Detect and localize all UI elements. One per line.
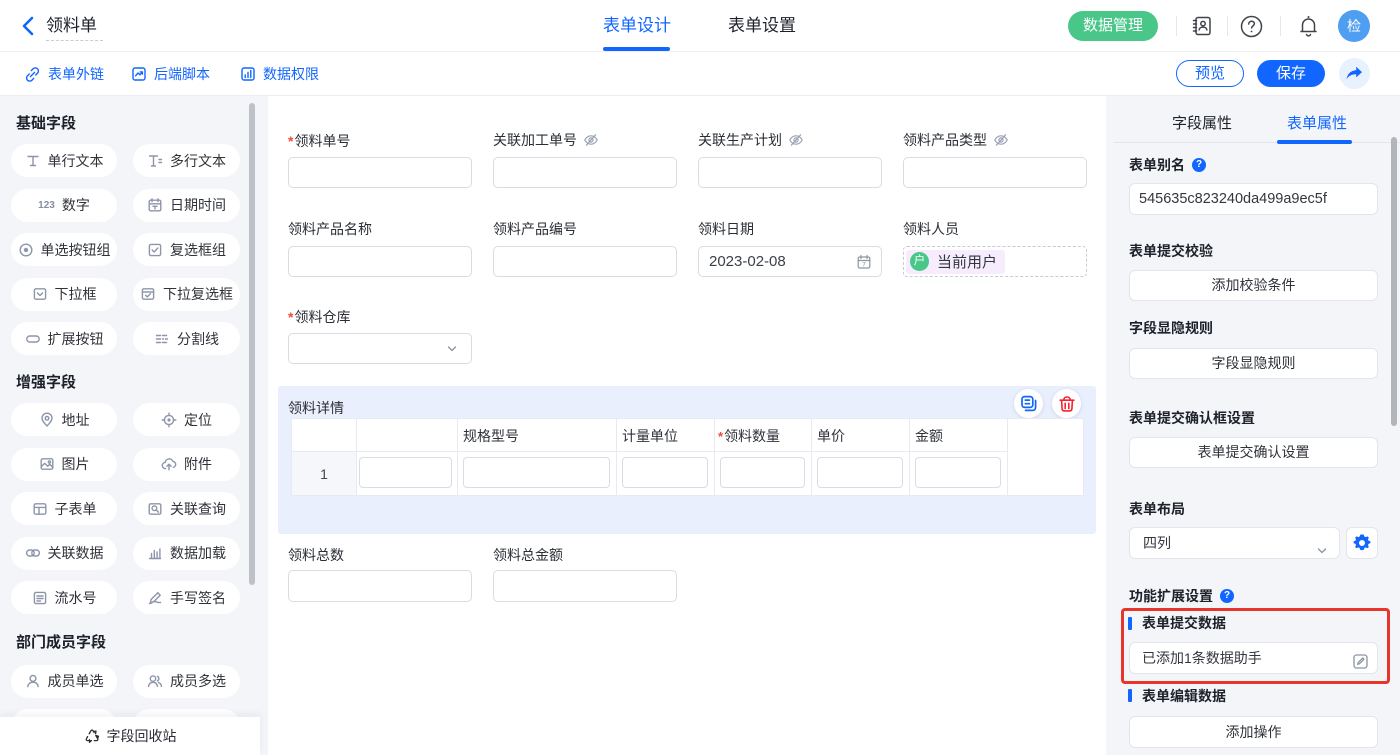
svg-text:7: 7 [862,261,866,268]
